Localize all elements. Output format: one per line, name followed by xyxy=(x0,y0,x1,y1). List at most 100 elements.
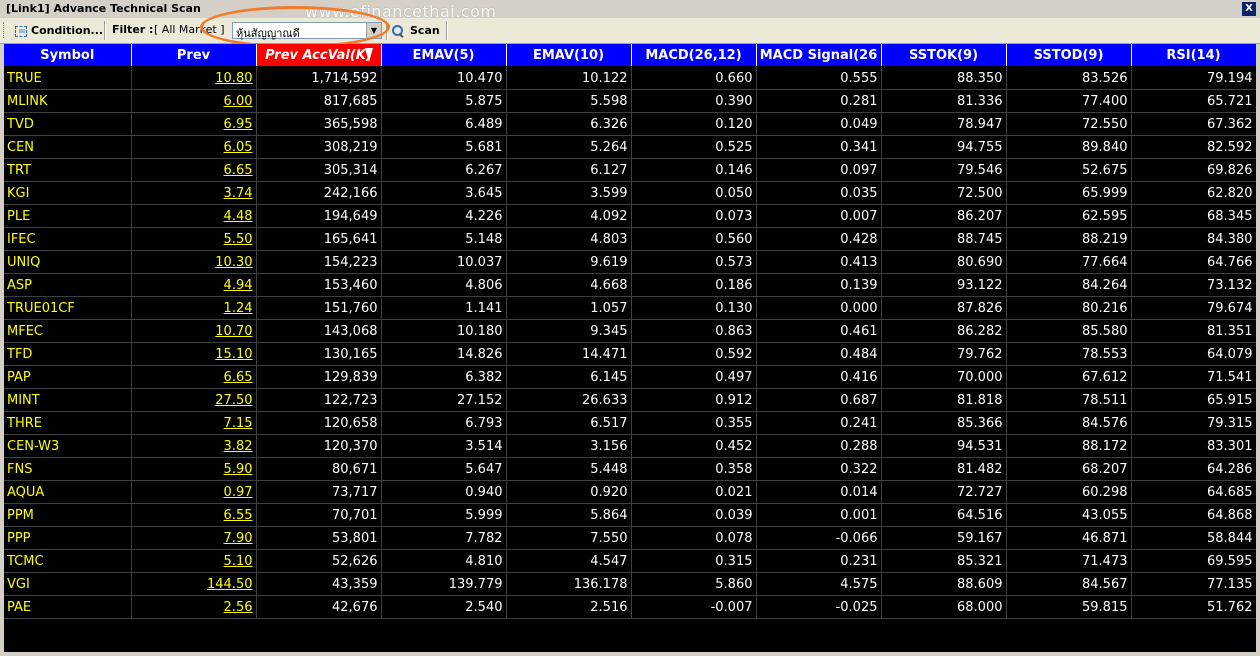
prev-price-link[interactable]: 6.65 xyxy=(131,365,257,389)
table-row[interactable]: IFEC 5.50 165,641 5.148 4.803 0.560 0.428 88.74… xyxy=(4,227,1256,251)
signal-select-value: หุ้นสัญญาณดี xyxy=(236,27,300,40)
value-cell: 73.132 xyxy=(1131,273,1256,297)
column-header[interactable]: SSTOK(9) xyxy=(881,44,1007,67)
table-row[interactable]: TRUE 10.80 1,714,592 10.470 10.122 0.660 0.555… xyxy=(4,66,1256,90)
symbol-cell[interactable]: TRUE xyxy=(4,66,132,90)
table-row[interactable]: MINT 27.50 122,723 27.152 26.633 0.912 0.687 81… xyxy=(4,388,1256,412)
prev-price-link[interactable]: 3.74 xyxy=(131,181,257,205)
symbol-cell[interactable]: ASP xyxy=(4,273,132,297)
prev-price-link[interactable]: 6.55 xyxy=(131,503,257,527)
prev-price-link[interactable]: 6.65 xyxy=(131,158,257,182)
close-button[interactable]: X xyxy=(1242,2,1256,16)
column-header[interactable]: Prev AccVal(K) xyxy=(256,44,382,67)
value-cell: 83.526 xyxy=(1006,66,1132,90)
prev-price-link[interactable]: 5.10 xyxy=(131,549,257,573)
prev-price-link[interactable]: 7.90 xyxy=(131,526,257,550)
table-row[interactable]: THRE 7.15 120,658 6.793 6.517 0.355 0.241 85.36… xyxy=(4,411,1256,435)
column-header[interactable]: EMAV(5) xyxy=(381,44,507,67)
column-header[interactable]: MACD(26,12) xyxy=(631,44,757,67)
prev-price-link[interactable]: 6.00 xyxy=(131,89,257,113)
table-row[interactable]: CEN 6.05 308,219 5.681 5.264 0.525 0.341 94.755… xyxy=(4,135,1256,159)
table-row[interactable]: TCMC 5.10 52,626 4.810 4.547 0.315 0.231 85.321… xyxy=(4,549,1256,573)
scan-button[interactable]: Scan xyxy=(392,21,440,40)
column-header[interactable]: MACD Signal(26 xyxy=(756,44,882,67)
table-row[interactable]: FNS 5.90 80,671 5.647 5.448 0.358 0.322 81.482 6… xyxy=(4,457,1256,481)
value-cell: 86.207 xyxy=(881,204,1007,228)
prev-price-link[interactable]: 0.97 xyxy=(131,480,257,504)
prev-price-link[interactable]: 27.50 xyxy=(131,388,257,412)
table-row[interactable]: PAP 6.65 129,839 6.382 6.145 0.497 0.416 70.000… xyxy=(4,365,1256,389)
symbol-cell[interactable]: CEN-W3 xyxy=(4,434,132,458)
symbol-cell[interactable]: FNS xyxy=(4,457,132,481)
table-row[interactable]: ASP 4.94 153,460 4.806 4.668 0.186 0.139 93.122… xyxy=(4,273,1256,297)
symbol-cell[interactable]: TRUE01CF xyxy=(4,296,132,320)
table-row[interactable]: PPM 6.55 70,701 5.999 5.864 0.039 0.001 64.516 4… xyxy=(4,503,1256,527)
prev-price-link[interactable]: 2.56 xyxy=(131,595,257,619)
table-row[interactable]: PAE 2.56 42,676 2.540 2.516 -0.007 -0.025 68.00… xyxy=(4,595,1256,619)
symbol-cell[interactable]: TRT xyxy=(4,158,132,182)
symbol-cell[interactable]: KGI xyxy=(4,181,132,205)
prev-price-link[interactable]: 5.90 xyxy=(131,457,257,481)
prev-price-link[interactable]: 10.70 xyxy=(131,319,257,343)
column-header[interactable]: SSTOD(9) xyxy=(1006,44,1132,67)
symbol-cell[interactable]: MINT xyxy=(4,388,132,412)
condition-button[interactable]: Condition... xyxy=(14,21,103,40)
table-row[interactable]: AQUA 0.97 73,717 0.940 0.920 0.021 0.014 72.727… xyxy=(4,480,1256,504)
table-row[interactable]: MFEC 10.70 143,068 10.180 9.345 0.863 0.461 86.… xyxy=(4,319,1256,343)
value-cell: 89.840 xyxy=(1006,135,1132,159)
table-row[interactable]: VGI 144.50 43,359 139.779 136.178 5.860 4.575 8… xyxy=(4,572,1256,596)
symbol-cell[interactable]: THRE xyxy=(4,411,132,435)
symbol-cell[interactable]: PPP xyxy=(4,526,132,550)
symbol-cell[interactable]: AQUA xyxy=(4,480,132,504)
table-row[interactable]: TFD 15.10 130,165 14.826 14.471 0.592 0.484 79.… xyxy=(4,342,1256,366)
value-cell: 6.489 xyxy=(381,112,507,136)
value-cell: 308,219 xyxy=(256,135,382,159)
table-row[interactable]: TRUE01CF 1.24 151,760 1.141 1.057 0.130 0.000 8… xyxy=(4,296,1256,320)
prev-price-link[interactable]: 6.95 xyxy=(131,112,257,136)
prev-price-link[interactable]: 4.94 xyxy=(131,273,257,297)
prev-price-link[interactable]: 15.10 xyxy=(131,342,257,366)
symbol-cell[interactable]: TVD xyxy=(4,112,132,136)
prev-price-link[interactable]: 7.15 xyxy=(131,411,257,435)
prev-price-link[interactable]: 144.50 xyxy=(131,572,257,596)
symbol-cell[interactable]: TFD xyxy=(4,342,132,366)
symbol-cell[interactable]: UNIQ xyxy=(4,250,132,274)
chevron-down-icon[interactable]: ▼ xyxy=(366,23,381,38)
table-row[interactable]: KGI 3.74 242,166 3.645 3.599 0.050 0.035 72.500… xyxy=(4,181,1256,205)
prev-price-link[interactable]: 3.82 xyxy=(131,434,257,458)
symbol-cell[interactable]: CEN xyxy=(4,135,132,159)
column-header[interactable]: EMAV(10) xyxy=(506,44,632,67)
table-row[interactable]: PPP 7.90 53,801 7.782 7.550 0.078 -0.066 59.167… xyxy=(4,526,1256,550)
symbol-cell[interactable]: MLINK xyxy=(4,89,132,113)
signal-select[interactable]: หุ้นสัญญาณดี ▼ xyxy=(232,22,382,40)
column-header[interactable]: Symbol xyxy=(4,44,132,67)
symbol-cell[interactable]: TCMC xyxy=(4,549,132,573)
value-cell: 68.000 xyxy=(881,595,1007,619)
symbol-cell[interactable]: MFEC xyxy=(4,319,132,343)
prev-price-link[interactable]: 10.80 xyxy=(131,66,257,90)
prev-price-link[interactable]: 10.30 xyxy=(131,250,257,274)
column-header[interactable]: Prev xyxy=(131,44,257,67)
prev-price-link[interactable]: 5.50 xyxy=(131,227,257,251)
symbol-cell[interactable]: VGI xyxy=(4,572,132,596)
filter-market[interactable]: [ All Market ] xyxy=(154,23,225,36)
table-row[interactable]: MLINK 6.00 817,685 5.875 5.598 0.390 0.281 81.3… xyxy=(4,89,1256,113)
symbol-cell[interactable]: IFEC xyxy=(4,227,132,251)
value-cell: 73,717 xyxy=(256,480,382,504)
table-header-row: Symbol Prev Prev AccVal(K) EMAV(5) EMAV(10) M… xyxy=(4,44,1256,67)
column-header[interactable]: RSI(14) xyxy=(1131,44,1256,67)
table-row[interactable]: PLE 4.48 194,649 4.226 4.092 0.073 0.007 86.207… xyxy=(4,204,1256,228)
symbol-cell[interactable]: PAP xyxy=(4,365,132,389)
value-cell: 52.675 xyxy=(1006,158,1132,182)
table-row[interactable]: UNIQ 10.30 154,223 10.037 9.619 0.573 0.413 80.… xyxy=(4,250,1256,274)
prev-price-link[interactable]: 6.05 xyxy=(131,135,257,159)
table-row[interactable]: TVD 6.95 365,598 6.489 6.326 0.120 0.049 78.947… xyxy=(4,112,1256,136)
symbol-cell[interactable]: PAE xyxy=(4,595,132,619)
table-row[interactable]: TRT 6.65 305,314 6.267 6.127 0.146 0.097 79.546… xyxy=(4,158,1256,182)
prev-price-link[interactable]: 1.24 xyxy=(131,296,257,320)
table-row[interactable]: CEN-W3 3.82 120,370 3.514 3.156 0.452 0.288 94.… xyxy=(4,434,1256,458)
prev-price-link[interactable]: 4.48 xyxy=(131,204,257,228)
symbol-cell[interactable]: PPM xyxy=(4,503,132,527)
scan-results-grid[interactable]: Symbol Prev Prev AccVal(K) EMAV(5) EMAV(10) M… xyxy=(4,44,1256,652)
symbol-cell[interactable]: PLE xyxy=(4,204,132,228)
